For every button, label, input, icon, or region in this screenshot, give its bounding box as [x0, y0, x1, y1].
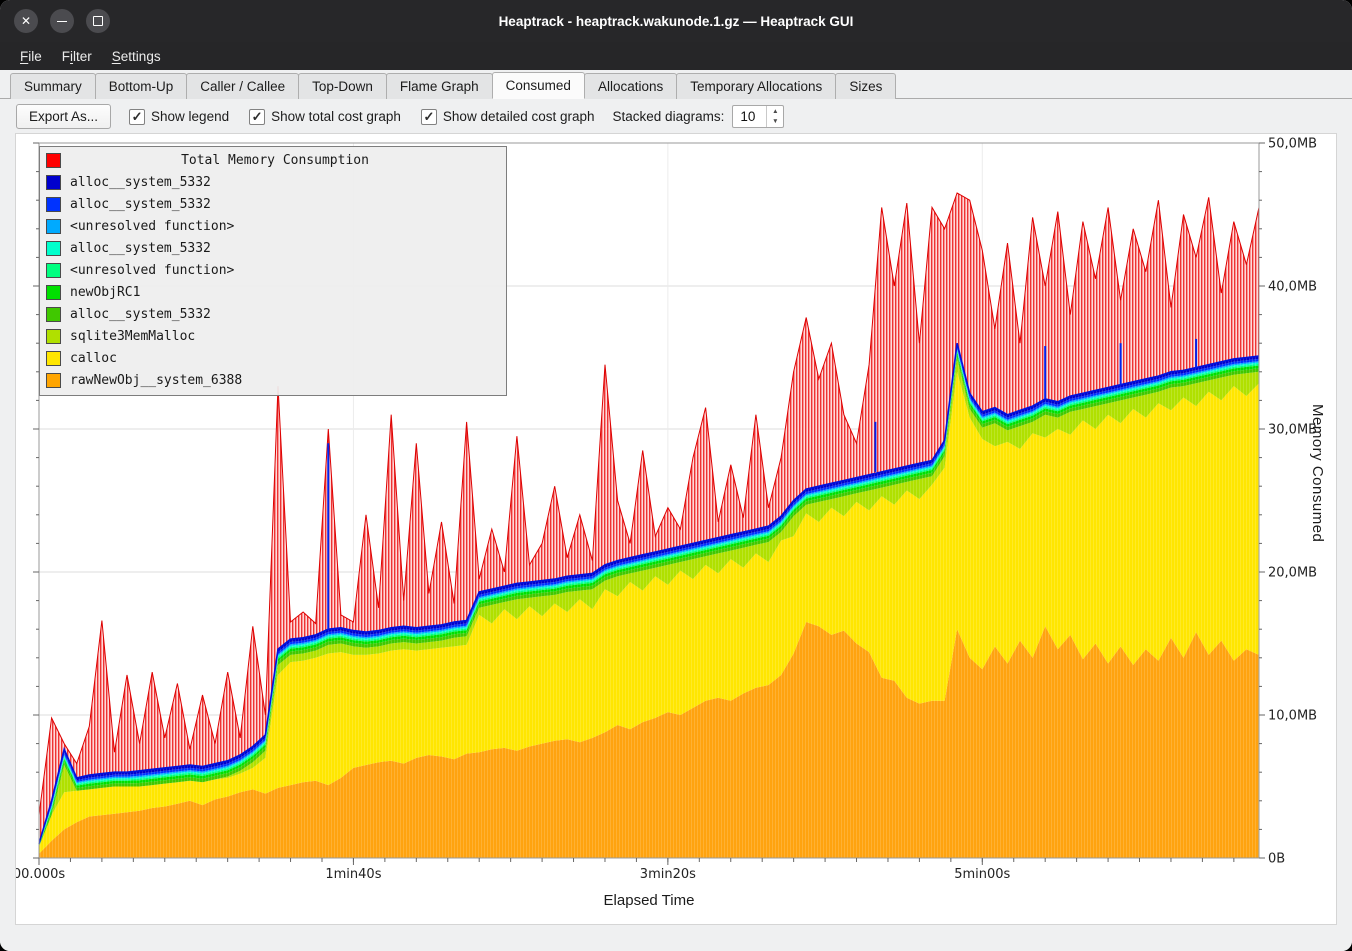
legend-label: alloc__system_5332	[70, 241, 211, 256]
stacked-diagrams-label: Stacked diagrams:	[613, 109, 725, 124]
window-title: Heaptrack - heaptrack.wakunode.1.gz — He…	[0, 14, 1352, 29]
svg-text:50,0MB: 50,0MB	[1268, 137, 1317, 152]
legend-entry: <unresolved function>	[40, 259, 506, 281]
legend-entry: alloc__system_5332	[40, 171, 506, 193]
svg-text:00.000s: 00.000s	[16, 867, 65, 882]
checkbox-icon[interactable]: ✓	[249, 109, 265, 125]
legend-entry: alloc__system_5332	[40, 303, 506, 325]
legend-swatch	[46, 175, 61, 190]
tab-flame-graph[interactable]: Flame Graph	[386, 73, 493, 99]
legend-entry: rawNewObj__system_6388	[40, 369, 506, 391]
svg-text:10,0MB: 10,0MB	[1268, 709, 1317, 724]
minimize-icon	[57, 21, 67, 22]
legend-label: calloc	[70, 351, 117, 366]
menu-file[interactable]: File	[10, 44, 52, 69]
legend-label: alloc__system_5332	[70, 197, 211, 212]
export-as-button[interactable]: Export As...	[16, 104, 111, 129]
checkbox-label: Show detailed cost graph	[443, 109, 595, 124]
svg-text:20,0MB: 20,0MB	[1268, 566, 1317, 581]
spin-down-button[interactable]: ▼	[767, 117, 783, 128]
legend-swatch	[46, 373, 61, 388]
y-axis-title: Memory Consumed	[1309, 404, 1326, 542]
legend-swatch	[46, 197, 61, 212]
legend-label: <unresolved function>	[70, 263, 234, 278]
tab-allocations[interactable]: Allocations	[584, 73, 677, 99]
svg-text:5min00s: 5min00s	[954, 867, 1010, 882]
legend-title: Total Memory Consumption	[70, 153, 498, 168]
legend-label: newObjRC1	[70, 285, 140, 300]
heaptrack-window: ✕ Heaptrack - heaptrack.wakunode.1.gz — …	[0, 0, 1352, 951]
main-content: SummaryBottom-UpCaller / CalleeTop-DownF…	[0, 70, 1352, 951]
menu-settings[interactable]: Settings	[102, 44, 171, 69]
legend-label: alloc__system_5332	[70, 175, 211, 190]
checkbox-label: Show total cost graph	[271, 109, 401, 124]
window-controls: ✕	[14, 9, 110, 33]
legend-label: <unresolved function>	[70, 219, 234, 234]
legend-swatch	[46, 307, 61, 322]
stacked-diagrams-control: Stacked diagrams: 10 ▲ ▼	[613, 105, 785, 128]
checkbox-show-detailed-cost-graph[interactable]: ✓ Show detailed cost graph	[421, 109, 595, 125]
tab-sizes[interactable]: Sizes	[835, 73, 896, 99]
spin-up-button[interactable]: ▲	[767, 106, 783, 117]
svg-text:0B: 0B	[1268, 852, 1285, 867]
checkbox-show-legend[interactable]: ✓ Show legend	[129, 109, 229, 125]
tab-caller-callee[interactable]: Caller / Callee	[186, 73, 299, 99]
legend-swatch	[46, 329, 61, 344]
stacked-diagrams-spinbox[interactable]: 10 ▲ ▼	[732, 105, 784, 128]
legend-swatch	[46, 241, 61, 256]
legend-swatch	[46, 351, 61, 366]
stacked-diagrams-value[interactable]: 10	[733, 106, 766, 127]
tab-summary[interactable]: Summary	[10, 73, 96, 99]
legend-total-swatch	[46, 153, 61, 168]
tab-consumed[interactable]: Consumed	[492, 72, 585, 99]
legend-entry: sqlite3MemMalloc	[40, 325, 506, 347]
close-icon: ✕	[21, 15, 31, 27]
legend-entry: calloc	[40, 347, 506, 369]
legend-title-row: Total Memory Consumption	[40, 149, 506, 171]
tab-top-down[interactable]: Top-Down	[298, 73, 387, 99]
legend-swatch	[46, 219, 61, 234]
checkbox-show-total-cost-graph[interactable]: ✓ Show total cost graph	[249, 109, 401, 125]
spin-buttons: ▲ ▼	[766, 106, 783, 127]
close-button[interactable]: ✕	[14, 9, 38, 33]
checkbox-icon[interactable]: ✓	[421, 109, 437, 125]
legend-label: sqlite3MemMalloc	[70, 329, 195, 344]
legend-label: alloc__system_5332	[70, 307, 211, 322]
tab-bottom-up[interactable]: Bottom-Up	[95, 73, 188, 99]
legend-entry: alloc__system_5332	[40, 193, 506, 215]
legend-entry: <unresolved function>	[40, 215, 506, 237]
tab-bar: SummaryBottom-UpCaller / CalleeTop-DownF…	[0, 70, 1352, 99]
legend-entry: newObjRC1	[40, 281, 506, 303]
maximize-icon	[93, 16, 103, 26]
svg-text:1min40s: 1min40s	[325, 867, 381, 882]
maximize-button[interactable]	[86, 9, 110, 33]
minimize-button[interactable]	[50, 9, 74, 33]
legend-swatch	[46, 263, 61, 278]
checkbox-label: Show legend	[151, 109, 229, 124]
title-bar: ✕ Heaptrack - heaptrack.wakunode.1.gz — …	[0, 0, 1352, 42]
legend-label: rawNewObj__system_6388	[70, 373, 242, 388]
svg-text:3min20s: 3min20s	[640, 867, 696, 882]
tab-temporary-allocations[interactable]: Temporary Allocations	[676, 73, 836, 99]
consumed-chart[interactable]: 00.000s 1min40s 3min20s 5min00s 0B 10,0MB 20,0…	[15, 133, 1337, 925]
svg-text:40,0MB: 40,0MB	[1268, 280, 1317, 295]
menu-bar: FileFilterSettings	[0, 42, 1352, 70]
checkbox-icon[interactable]: ✓	[129, 109, 145, 125]
toolbar-checkboxes: ✓ Show legend ✓ Show total cost graph ✓ Show …	[129, 109, 595, 125]
legend-entry: alloc__system_5332	[40, 237, 506, 259]
toolbar: Export As... ✓ Show legend ✓ Show total cos…	[0, 100, 1352, 133]
chart-legend: Total Memory Consumption alloc__system_53…	[39, 146, 507, 396]
menu-filter[interactable]: Filter	[52, 44, 102, 69]
legend-swatch	[46, 285, 61, 300]
x-axis-title: Elapsed Time	[39, 892, 1259, 909]
